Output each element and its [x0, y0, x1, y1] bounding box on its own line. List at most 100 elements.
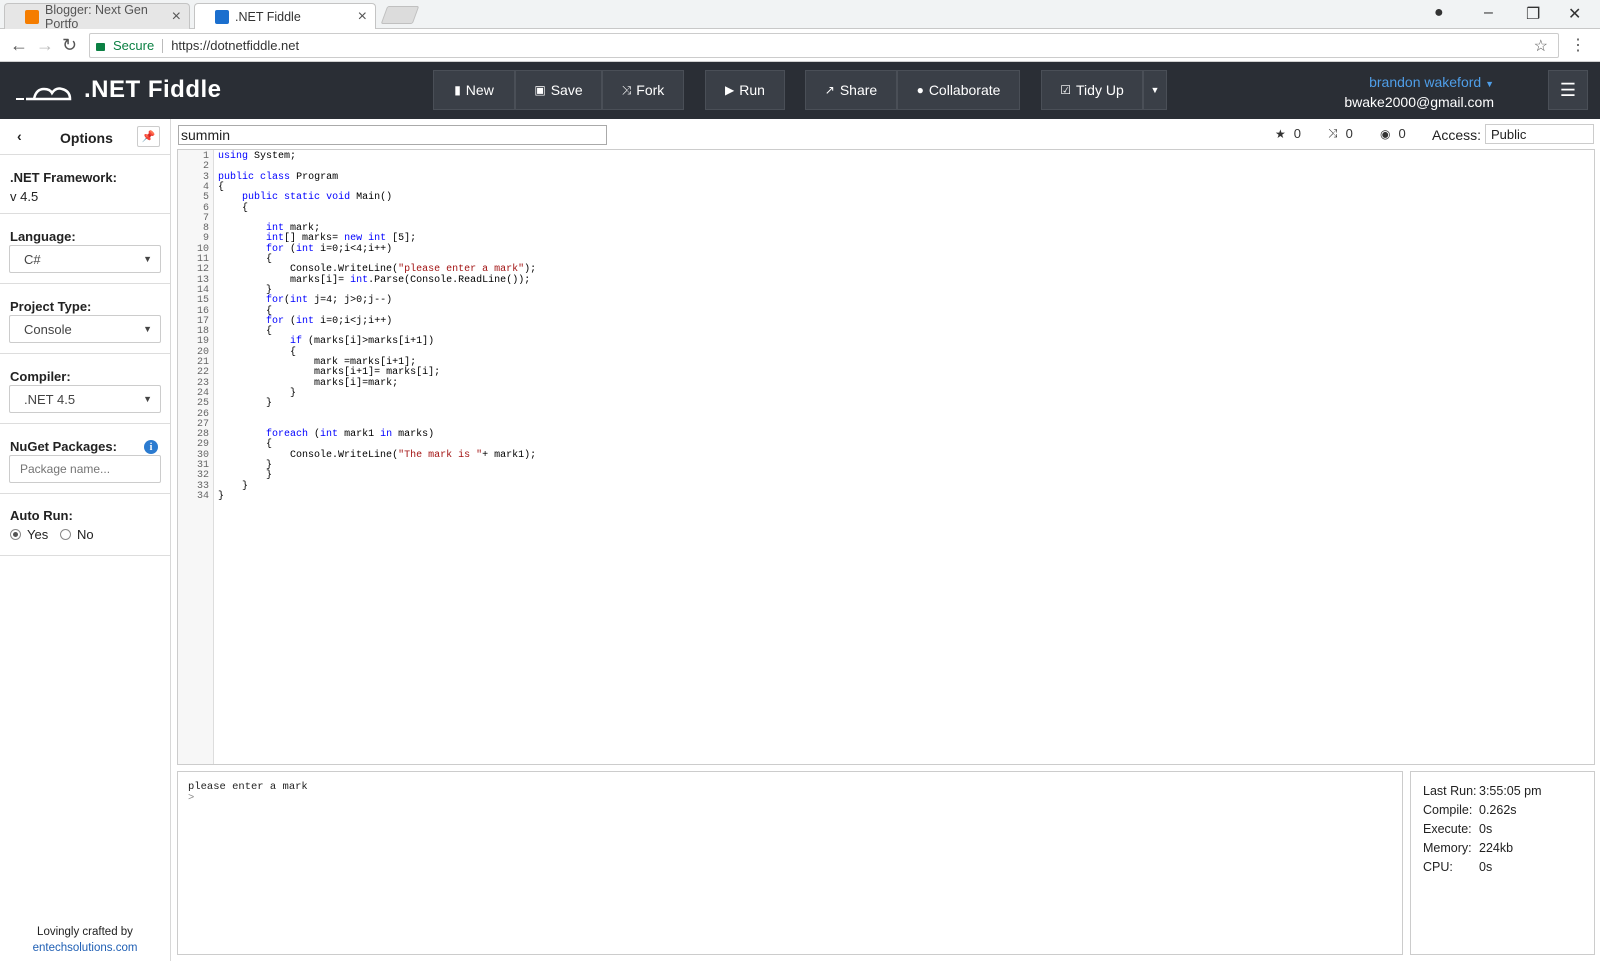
dotnetfiddle-favicon-icon — [215, 10, 229, 24]
browser-tab-bar: Blogger: Next Gen Portfo × .NET Fiddle ×… — [0, 0, 1600, 31]
credit-link-wrap: entechsolutions.com — [0, 942, 170, 954]
lock-icon — [96, 42, 105, 51]
run-info-panel: Last Run: 3:55:05 pm Compile: 0.262s Exe… — [1410, 771, 1595, 955]
project-type-selected: Console — [24, 321, 72, 337]
shuffle-icon: ⤨ — [1328, 126, 1338, 140]
tab-title: Blogger: Next Gen Portfo — [45, 2, 148, 31]
auto-run-no-radio[interactable]: No — [60, 527, 94, 542]
cpu-row: CPU: 0s — [1423, 858, 1582, 877]
code-editor[interactable]: 1 2 3 4 5 6 7 8 9 10 11 12 13 14 15 16 17 18 19 20 21 22 23 24 2… — [177, 149, 1595, 765]
cpu-value: 0s — [1479, 860, 1493, 874]
run-button-label: Run — [739, 82, 765, 98]
code-line: using System; — [218, 151, 297, 162]
language-select[interactable]: C# ▼ — [9, 245, 161, 273]
save-button-label: Save — [550, 82, 583, 98]
pin-button[interactable]: 📌 — [137, 126, 160, 147]
forward-arrow-icon[interactable]: → — [36, 35, 54, 56]
language-label: Language: — [10, 229, 76, 244]
shuffle-icon: ⤨ — [621, 82, 632, 97]
framework-value: v 4.5 — [10, 189, 39, 204]
new-button-label: New — [465, 82, 494, 98]
credit-link[interactable]: entechsolutions.com — [33, 942, 138, 954]
cpu-label: CPU: — [1423, 860, 1453, 874]
share-button[interactable]: ↗ Share — [805, 70, 897, 110]
bookmark-star-icon[interactable]: ☆ — [1534, 36, 1548, 56]
url-input[interactable]: Secure https://dotnetfiddle.net ☆ — [89, 33, 1559, 58]
compile-label: Compile: — [1423, 803, 1473, 817]
fiddle-name-input[interactable]: summin — [178, 125, 607, 145]
fiddle-name-value: summin — [181, 127, 231, 143]
auto-run-label: Auto Run: — [10, 508, 73, 523]
project-type-select[interactable]: Console ▼ — [9, 315, 161, 343]
compiler-label: Compiler: — [10, 369, 71, 384]
user-icon: ● — [916, 83, 924, 97]
menu-button[interactable]: ☰ — [1548, 70, 1588, 110]
file-icon: ▮ — [454, 83, 461, 97]
language-section: Language: C# ▼ — [0, 214, 170, 284]
browser-tab-dotnetfiddle[interactable]: .NET Fiddle × — [194, 3, 376, 29]
code-line: } — [218, 490, 225, 502]
eye-icon: ◉ — [1380, 126, 1391, 141]
caret-down-icon: ▼ — [143, 324, 152, 334]
close-icon[interactable]: × — [172, 8, 181, 26]
compile-value: 0.262s — [1479, 803, 1517, 817]
auto-run-no-label: No — [77, 527, 94, 542]
access-selected: Public — [1491, 126, 1527, 142]
tidy-up-button-label: Tidy Up — [1076, 82, 1124, 98]
last-run-label: Last Run: — [1423, 784, 1477, 798]
nuget-label: NuGet Packages: — [10, 439, 117, 454]
star-count[interactable]: ★ 0 — [1275, 126, 1301, 141]
info-icon[interactable]: i — [144, 440, 158, 454]
new-button[interactable]: ▮ New — [433, 70, 515, 110]
caret-down-icon: ▼ — [143, 394, 152, 404]
last-run-value: 3:55:05 pm — [1479, 784, 1542, 798]
collaborate-button[interactable]: ● Collaborate — [897, 70, 1020, 110]
browser-menu-icon[interactable]: ⋮ — [1570, 35, 1586, 55]
star-count-value: 0 — [1293, 126, 1301, 141]
restore-icon[interactable]: ❐ — [1526, 4, 1540, 24]
brand-title: .NET Fiddle — [84, 76, 222, 103]
caret-down-icon: ▼ — [1485, 79, 1494, 89]
user-info: brandon wakeford ▼ bwake2000@gmail.com — [1344, 74, 1494, 110]
compile-row: Compile: 0.262s — [1423, 801, 1582, 820]
output-prompt: > — [188, 792, 195, 804]
fork-count[interactable]: ⤨ 0 — [1328, 126, 1353, 141]
window-close-icon[interactable]: ✕ — [1568, 4, 1581, 24]
logo[interactable]: .NET Fiddle — [14, 76, 222, 104]
close-icon[interactable]: × — [358, 8, 367, 26]
access-select[interactable]: Public — [1485, 124, 1594, 144]
share-button-label: Share — [839, 82, 878, 98]
user-email: bwake2000@gmail.com — [1344, 94, 1494, 110]
code-line: { — [218, 202, 249, 214]
url-text: https://dotnetfiddle.net — [171, 38, 300, 53]
execute-row: Execute: 0s — [1423, 820, 1582, 839]
pin-icon: 📌 — [141, 131, 156, 143]
user-name-link[interactable]: brandon wakeford ▼ — [1344, 74, 1494, 90]
account-icon[interactable]: ● — [1434, 4, 1444, 22]
radio-unchecked-icon — [60, 529, 71, 540]
project-type-label: Project Type: — [10, 299, 92, 314]
check-icon: ☑ — [1060, 83, 1072, 97]
reload-icon[interactable]: ↻ — [62, 35, 77, 56]
new-tab-button[interactable] — [380, 6, 420, 24]
fork-button[interactable]: ⤨ Fork — [602, 70, 684, 110]
back-arrow-icon[interactable]: ← — [10, 35, 28, 56]
chevron-left-icon[interactable]: ‹ — [17, 128, 22, 144]
tidy-up-button[interactable]: ☑ Tidy Up — [1041, 70, 1143, 110]
run-button[interactable]: ▶ Run — [705, 70, 785, 110]
auto-run-yes-label: Yes — [27, 527, 49, 542]
fork-count-value: 0 — [1345, 126, 1353, 141]
browser-tab-blogger[interactable]: Blogger: Next Gen Portfo × — [4, 2, 190, 31]
floppy-icon: ▣ — [534, 83, 546, 97]
output-console[interactable]: please enter a mark > — [177, 771, 1403, 955]
compiler-select[interactable]: .NET 4.5 ▼ — [9, 385, 161, 413]
minimize-icon[interactable]: – — [1484, 4, 1493, 22]
collaborate-button-label: Collaborate — [928, 82, 1001, 98]
auto-run-yes-radio[interactable]: Yes — [10, 527, 48, 542]
secure-label: Secure — [113, 38, 155, 53]
save-button[interactable]: ▣ Save — [515, 70, 602, 110]
view-count: ◉ 0 — [1380, 126, 1406, 141]
tidy-dropdown-button[interactable]: ▼ — [1143, 70, 1167, 110]
play-icon: ▶ — [725, 83, 735, 97]
nuget-package-input[interactable] — [9, 455, 161, 483]
